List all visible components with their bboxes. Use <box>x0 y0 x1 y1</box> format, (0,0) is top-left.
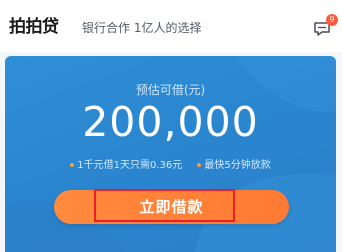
bullet-dot-icon <box>70 163 75 167</box>
feature-item: 1千元借1天只需0.36元 <box>70 160 182 172</box>
highlight-box <box>94 189 235 222</box>
apply-loan-button[interactable]: 立即借款 <box>54 189 289 224</box>
message-badge: 9 <box>326 14 338 26</box>
slogan: 银行合作 1亿人的选择 <box>82 21 202 35</box>
feature-text: 1千元借1天只需0.36元 <box>77 160 183 171</box>
feature-item: 最快5分钟放款 <box>197 160 271 172</box>
bullet-dot-icon <box>197 163 202 167</box>
feature-text: 最快5分钟放款 <box>204 160 271 171</box>
feature-list: 1千元借1天只需0.36元 最快5分钟放款 <box>5 160 336 172</box>
loan-amount: 200,000 <box>82 98 259 146</box>
app-logo: 拍拍贷 <box>9 17 59 37</box>
header: 拍拍贷 银行合作 1亿人的选择 9 <box>0 0 342 52</box>
estimate-label: 预估可借(元) <box>135 83 206 97</box>
loan-card: 预估可借(元) 200,000 1千元借1天只需0.36元 最快5分钟放款 立即… <box>5 56 336 252</box>
page: 拍拍贷 银行合作 1亿人的选择 9 预估可借(元) 200,000 1千元借1天… <box>0 0 342 252</box>
